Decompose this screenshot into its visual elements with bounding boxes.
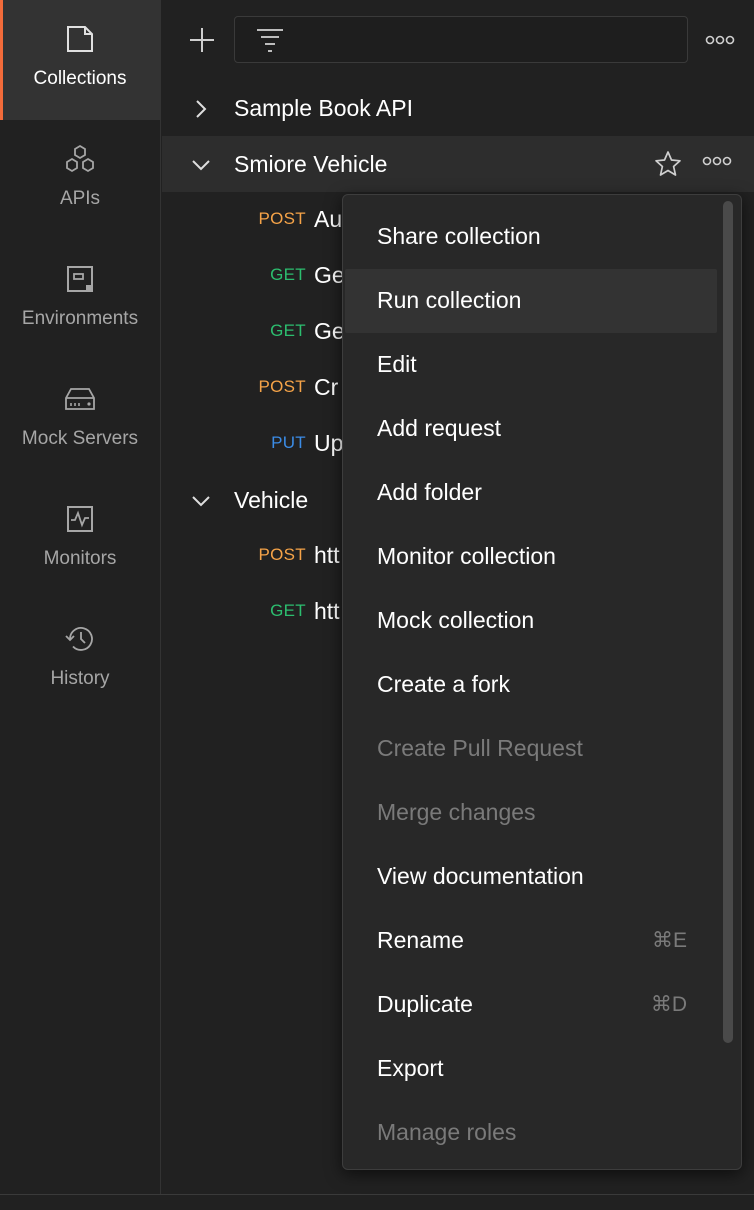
- filter-input[interactable]: [295, 25, 675, 55]
- collection-name: Sample Book API: [234, 94, 413, 121]
- menu-item-run-collection[interactable]: Run collection: [345, 269, 717, 333]
- menu-item-add-request[interactable]: Add request: [345, 397, 717, 461]
- menu-item-label: Export: [377, 1055, 444, 1081]
- request-method: POST: [258, 209, 306, 228]
- sidebar-item-monitors[interactable]: Monitors: [0, 480, 160, 600]
- apis-icon: [63, 142, 97, 176]
- request-name: htt: [314, 542, 340, 568]
- monitors-icon: [63, 502, 97, 536]
- request-name: htt: [314, 598, 340, 624]
- menu-item-label: Share collection: [377, 223, 541, 249]
- sidebar-item-environments[interactable]: Environments: [0, 240, 160, 360]
- menu-item-label: Add request: [377, 415, 502, 441]
- menu-item-share-collection[interactable]: Share collection: [345, 205, 717, 269]
- request-name: Up: [314, 430, 344, 456]
- menu-item-label: Edit: [377, 351, 417, 377]
- sidebar-item-label: History: [50, 668, 110, 689]
- menu-item-label: Manage roles: [377, 1119, 517, 1145]
- more-horizontal-icon[interactable]: [702, 156, 732, 166]
- menu-item-mock-collection[interactable]: Mock collection: [345, 589, 717, 653]
- menu-item-manage-roles: Manage roles: [345, 1101, 717, 1165]
- sidebar-item-label: Collections: [33, 68, 127, 89]
- plus-icon: [190, 28, 214, 52]
- environments-icon: [63, 262, 97, 296]
- menu-item-label: Create Pull Request: [377, 735, 583, 761]
- mock-servers-icon: [63, 382, 97, 416]
- status-bar: [0, 1194, 754, 1210]
- menu-item-label: Rename: [377, 927, 464, 953]
- request-method: GET: [270, 601, 306, 620]
- menu-scrollbar[interactable]: [723, 201, 733, 1043]
- menu-item-merge-changes: Merge changes: [345, 781, 717, 845]
- menu-item-duplicate[interactable]: Duplicate ⌘D: [345, 973, 717, 1037]
- shortcut-label: ⌘E: [651, 929, 687, 952]
- history-icon: [63, 622, 97, 656]
- request-method: GET: [270, 265, 306, 284]
- collection-row[interactable]: Sample Book API: [162, 80, 754, 136]
- sidebar: Collections APIs Environments Mock Serve…: [0, 0, 161, 1194]
- filter-icon: [255, 26, 285, 59]
- request-method: POST: [258, 377, 306, 396]
- new-collection-button[interactable]: [184, 24, 220, 56]
- sidebar-item-history[interactable]: History: [0, 600, 160, 720]
- menu-item-label: Monitor collection: [377, 543, 556, 569]
- menu-item-edit[interactable]: Edit: [345, 333, 717, 397]
- request-name: Ge: [314, 318, 345, 344]
- sidebar-item-mock-servers[interactable]: Mock Servers: [0, 360, 160, 480]
- menu-item-add-folder[interactable]: Add folder: [345, 461, 717, 525]
- menu-item-label: Run collection: [377, 287, 522, 313]
- collection-name: Smiore Vehicle: [234, 150, 388, 177]
- menu-item-export[interactable]: Export: [345, 1037, 717, 1101]
- request-name: Cr: [314, 374, 339, 400]
- more-horizontal-icon: [705, 35, 735, 45]
- chevron-down-icon[interactable]: [190, 154, 212, 176]
- request-method: GET: [270, 321, 306, 340]
- menu-item-label: Mock collection: [377, 607, 535, 633]
- menu-item-create-fork[interactable]: Create a fork: [345, 653, 717, 717]
- menu-item-label: Create a fork: [377, 671, 510, 697]
- menu-item-label: Merge changes: [377, 799, 536, 825]
- menu-item-label: Duplicate: [377, 991, 473, 1017]
- chevron-right-icon[interactable]: [190, 98, 212, 120]
- sidebar-item-label: APIs: [59, 188, 101, 209]
- menu-item-label: Add folder: [377, 479, 482, 505]
- menu-item-monitor-collection[interactable]: Monitor collection: [345, 525, 717, 589]
- request-name: Ge: [314, 262, 345, 288]
- sidebar-item-apis[interactable]: APIs: [0, 120, 160, 240]
- collection-row[interactable]: Smiore Vehicle: [162, 136, 754, 192]
- collections-icon: [63, 22, 97, 56]
- chevron-down-icon[interactable]: [190, 490, 212, 512]
- menu-item-label: View documentation: [377, 863, 584, 889]
- filter-field[interactable]: [234, 16, 688, 63]
- collection-context-menu: Share collection Run collection Edit Add…: [342, 194, 742, 1170]
- sidebar-item-label: Environments: [21, 308, 139, 329]
- sidebar-item-label: Monitors: [43, 548, 117, 569]
- sidebar-item-collections[interactable]: Collections: [0, 0, 160, 120]
- more-options-button[interactable]: [702, 26, 738, 54]
- collection-name: Vehicle: [234, 486, 309, 513]
- sidebar-item-label: Mock Servers: [21, 428, 139, 449]
- menu-item-view-documentation[interactable]: View documentation: [345, 845, 717, 909]
- star-icon[interactable]: [654, 150, 682, 178]
- request-method: PUT: [271, 433, 306, 452]
- request-name: Au: [314, 206, 343, 232]
- shortcut-label: ⌘D: [650, 993, 687, 1016]
- menu-item-create-pull-request: Create Pull Request: [345, 717, 717, 781]
- menu-item-rename[interactable]: Rename ⌘E: [345, 909, 717, 973]
- request-method: POST: [258, 545, 306, 564]
